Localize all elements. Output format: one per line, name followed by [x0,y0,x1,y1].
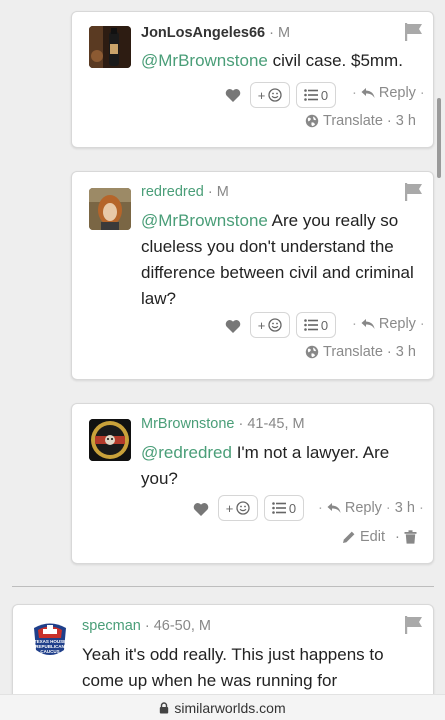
separator-dot: · [352,316,357,332]
section-divider [12,586,434,587]
reply-label: Reply [344,500,382,516]
timestamp: 3 h [395,344,416,360]
list-button[interactable]: 0 [296,312,336,338]
avatar[interactable]: TEXAS HOUSE REPUBLICAN CAUCUS [28,620,72,664]
smiley-icon [268,318,282,332]
separator-dot: · [395,529,400,545]
lock-icon [160,701,169,713]
heart-icon[interactable] [225,88,241,103]
list-icon [304,319,318,331]
add-reaction-button[interactable]: + [218,495,258,521]
list-icon [272,502,286,514]
plus-label: + [257,317,266,333]
globe-icon [305,114,319,128]
reply-label: Reply [378,316,416,332]
reply-icon [361,319,375,329]
comment-text: @MrBrownstone Are you really so clueless… [141,208,423,312]
avatar[interactable] [89,419,131,461]
list-icon [304,89,318,101]
reply-button[interactable]: · Reply · [352,85,425,101]
url-domain: similarworlds.com [174,699,286,716]
heart-icon[interactable] [193,502,209,517]
translate-label: Translate [323,344,383,360]
pencil-icon [343,531,355,543]
add-reaction-button[interactable]: + [250,82,290,108]
avatar[interactable] [89,26,131,68]
separator-dot: · [419,85,425,101]
avatar[interactable] [89,188,131,230]
separator-dot: · [386,344,392,360]
list-button[interactable]: 0 [264,495,304,521]
username[interactable]: redredred [141,184,204,200]
reply-button[interactable]: · Reply · [352,316,425,332]
username[interactable]: JonLosAngeles66 [141,25,265,41]
username[interactable]: specman [82,618,141,634]
list-count: 0 [320,87,329,103]
reply-icon [327,503,341,513]
comment-header: redredred · M [141,184,229,200]
flag-icon[interactable] [403,182,425,202]
separator-dot: · [352,85,357,101]
list-button[interactable]: 0 [296,82,336,108]
username[interactable]: MrBrownstone [141,416,234,432]
add-reaction-button[interactable]: + [250,312,290,338]
mention-link[interactable]: @MrBrownstone [141,211,268,230]
user-meta: · M [265,25,291,41]
timestamp: 3 h [394,500,415,516]
comment-card: JonLosAngeles66 · M @MrBrownstone civil … [71,11,434,148]
translate-label: Translate [323,113,383,129]
timestamp: 3 h [395,113,416,129]
comment-body: Yeah it's odd really. This just happens … [82,645,384,690]
reply-label: Reply [378,85,416,101]
comment-card: MrBrownstone · 41-45, M @redredred I'm n… [71,403,434,564]
flag-icon[interactable] [403,615,425,635]
separator-dot: · [318,500,323,516]
plus-label: + [225,500,234,516]
comment-text: @MrBrownstone civil case. $5mm. [141,48,421,74]
mention-link[interactable]: @redredred [141,443,232,462]
comment-header: specman · 46-50, M [82,618,211,634]
comment-header: JonLosAngeles66 · M [141,25,290,41]
list-count: 0 [288,500,297,516]
comment-text: @redredred I'm not a lawyer. Are you? [141,440,416,492]
comment-card: redredred · M @MrBrownstone Are you real… [71,171,434,380]
edit-label: Edit [360,529,385,545]
translate-link[interactable]: Translate · 3 h [305,344,416,360]
edit-link[interactable]: Edit · [342,529,417,545]
user-meta: · 46-50, M [140,618,211,634]
reply-button[interactable]: · Reply · 3 h · [318,500,424,516]
list-count: 0 [320,317,329,333]
plus-label: + [257,87,266,103]
flag-icon[interactable] [403,22,425,42]
separator-dot: · [385,500,391,516]
comment-body: civil case. $5mm. [267,51,403,70]
comment-text: Yeah it's odd really. This just happens … [82,642,417,694]
user-meta: · 41-45, M [234,416,305,432]
url-bar[interactable]: similarworlds.com [0,694,445,720]
avatar-caption: TEXAS HOUSE REPUBLICAN CAUCUS [33,639,67,654]
user-meta: · M [203,184,229,200]
comment-header: MrBrownstone · 41-45, M [141,416,305,432]
trash-icon[interactable] [404,530,417,544]
mention-link[interactable]: @MrBrownstone [141,51,268,70]
separator-dot: · [418,500,424,516]
globe-icon [305,345,319,359]
separator-dot: · [386,113,392,129]
heart-icon[interactable] [225,319,241,334]
scrollbar[interactable] [437,98,441,178]
smiley-icon [268,88,282,102]
translate-link[interactable]: Translate · 3 h [305,113,416,129]
smiley-icon [236,501,250,515]
reply-icon [361,88,375,98]
separator-dot: · [419,316,425,332]
